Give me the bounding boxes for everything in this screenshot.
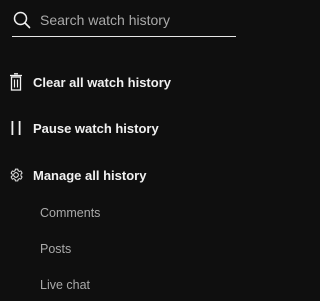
- search-icon[interactable]: [12, 10, 32, 30]
- manage-comments-link[interactable]: Comments: [40, 203, 100, 223]
- clear-watch-history-label: Clear all watch history: [33, 74, 171, 90]
- manage-all-history-label: Manage all history: [33, 167, 147, 183]
- gear-icon: [8, 163, 24, 187]
- search-input[interactable]: [40, 12, 230, 28]
- pause-watch-history-label: Pause watch history: [33, 120, 159, 136]
- manage-all-history-button[interactable]: Manage all history: [8, 163, 228, 187]
- trash-icon: [8, 70, 24, 94]
- manage-posts-link[interactable]: Posts: [40, 239, 71, 259]
- search-bar[interactable]: [12, 4, 236, 37]
- manage-live-chat-link[interactable]: Live chat: [40, 275, 90, 295]
- clear-watch-history-button[interactable]: Clear all watch history: [8, 70, 228, 94]
- pause-icon: [8, 116, 24, 140]
- pause-watch-history-button[interactable]: Pause watch history: [8, 116, 228, 140]
